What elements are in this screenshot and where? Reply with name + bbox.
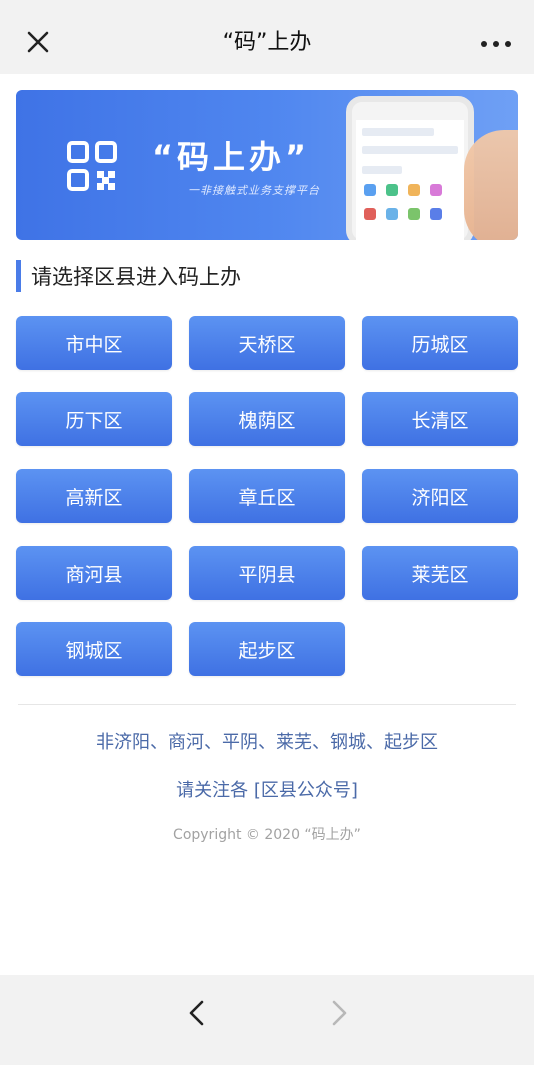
bottom-nav-bar [0,975,534,1065]
district-button-zhangqiu[interactable]: 章丘区 [189,469,345,523]
district-button-gaoxin[interactable]: 高新区 [16,469,172,523]
phone-row [362,128,434,136]
phone-app-tile [386,184,398,196]
district-button-qibu[interactable]: 起步区 [189,622,345,676]
page-title: “码”上办 [222,30,312,55]
banner-title: “码上办” [152,138,311,176]
phone-app-tile [364,208,376,220]
qr-code-icon [67,141,117,191]
back-button[interactable] [180,995,216,1031]
forward-button[interactable] [320,995,356,1031]
phone-app-tile [430,184,442,196]
district-button-jiyang[interactable]: 济阳区 [362,469,518,523]
copyright-text: Copyright © 2020 “码上办” [173,827,361,843]
phone-illustration [346,96,474,240]
phone-row [362,166,402,174]
section-title: 请选择区县进入码上办 [31,265,241,289]
top-bar: “码”上办 [0,0,534,74]
phone-app-tile [408,208,420,220]
follow-account-note: 请关注各 [区县公众号] [176,780,358,801]
chevron-right-icon [332,1000,347,1026]
district-button-licheng[interactable]: 历城区 [362,316,518,370]
phone-row [362,146,458,154]
district-button-shanghe[interactable]: 商河县 [16,546,172,600]
footer-note: 非济阳、商河、平阴、莱芜、钢城、起步区 [96,732,438,753]
section-accent-bar [16,260,21,292]
district-button-pingyin[interactable]: 平阴县 [189,546,345,600]
district-button-changqing[interactable]: 长清区 [362,392,518,446]
phone-app-tile [364,184,376,196]
district-button-huaiyin[interactable]: 槐荫区 [189,392,345,446]
district-button-shizhong[interactable]: 市中区 [16,316,172,370]
hand-illustration [464,130,518,240]
banner: “码上办” 一非接触式业务支撑平台 [16,90,518,240]
phone-app-tile [386,208,398,220]
chevron-left-icon [189,1000,204,1026]
phone-screen [356,120,464,240]
more-button[interactable] [476,26,516,62]
phone-app-tile [408,184,420,196]
more-icon [481,41,511,47]
banner-subtitle: 一非接触式业务支撑平台 [188,184,320,197]
district-button-lixia[interactable]: 历下区 [16,392,172,446]
phone-app-tile [430,208,442,220]
divider [18,704,516,705]
district-button-gangcheng[interactable]: 钢城区 [16,622,172,676]
section-header: 请选择区县进入码上办 [16,260,241,292]
district-button-tianqiao[interactable]: 天桥区 [189,316,345,370]
district-button-laiwu[interactable]: 莱芜区 [362,546,518,600]
